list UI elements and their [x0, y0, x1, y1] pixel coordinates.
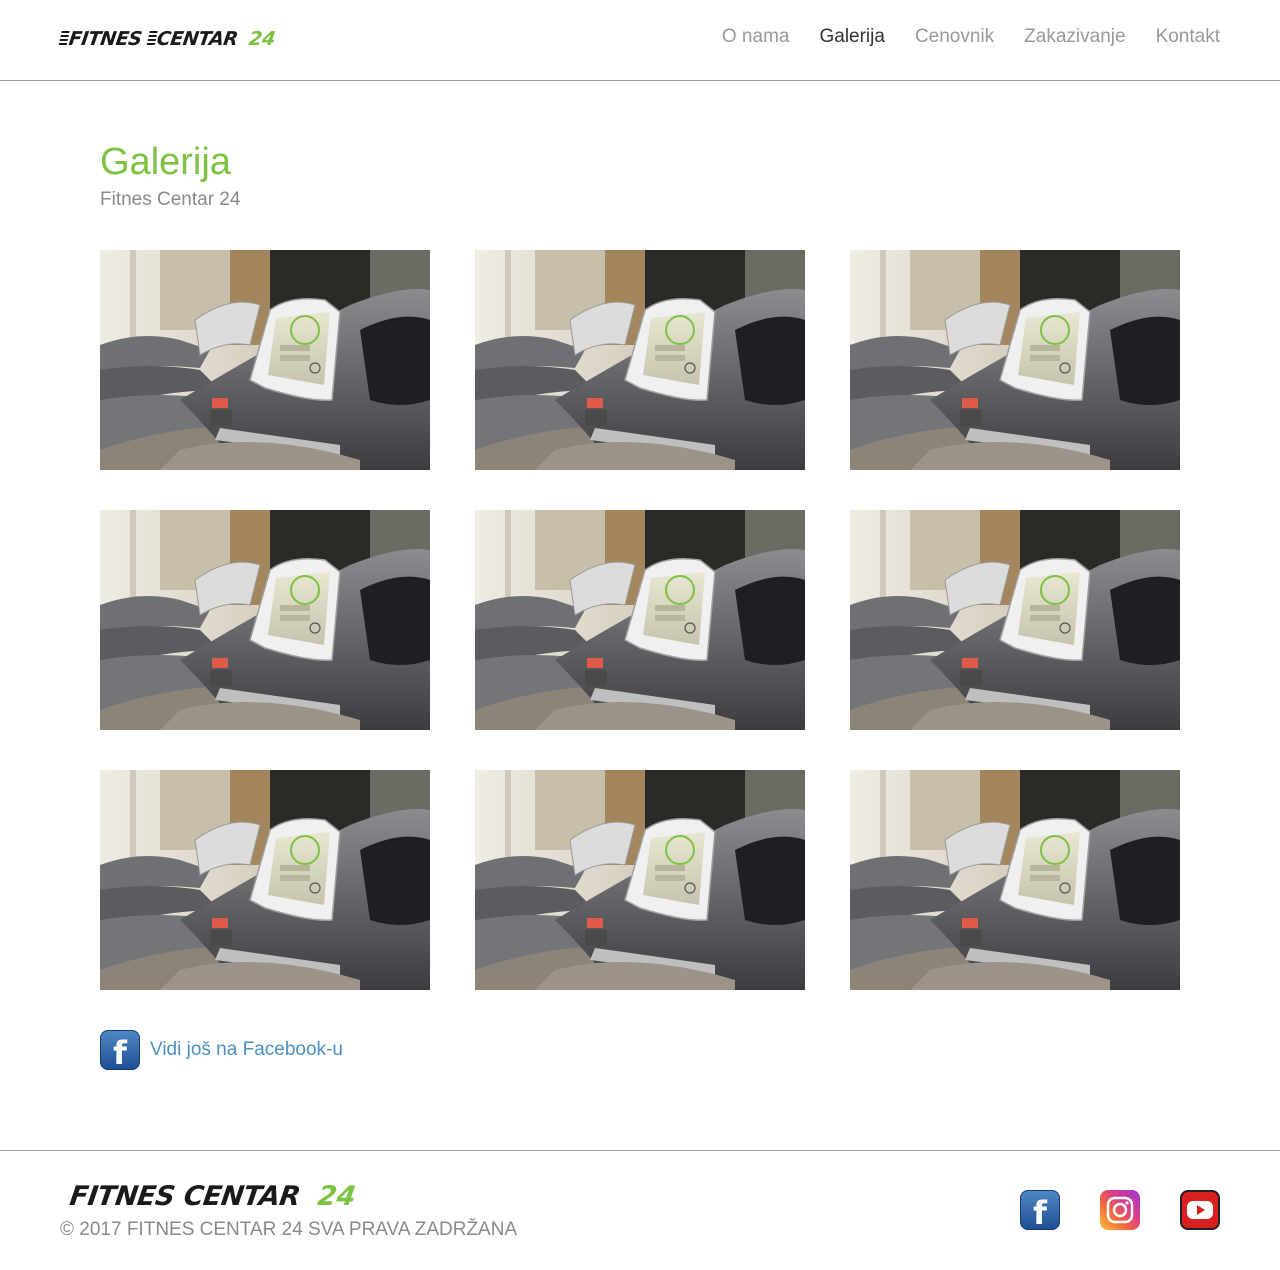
gallery-image[interactable]	[850, 510, 1180, 730]
logo-number: 24	[247, 28, 278, 50]
gallery-image[interactable]	[100, 250, 430, 470]
treadmill-photo	[850, 770, 1180, 990]
nav-item-cenovnik[interactable]: Cenovnik	[915, 26, 994, 48]
main-nav: O nama Galerija Cenovnik Zakazivanje Kon…	[722, 26, 1220, 48]
nav-item-zakazivanje[interactable]: Zakazivanje	[1024, 26, 1125, 48]
photo-gallery	[100, 250, 1180, 990]
gallery-image[interactable]	[100, 770, 430, 990]
treadmill-photo	[850, 250, 1180, 470]
treadmill-photo	[475, 770, 805, 990]
social-links: f	[1020, 1190, 1220, 1232]
page-subtitle: Fitnes Centar 24	[100, 189, 241, 210]
treadmill-photo	[100, 770, 430, 990]
treadmill-photo	[100, 510, 430, 730]
treadmill-photo	[100, 250, 430, 470]
gallery-image[interactable]	[850, 770, 1180, 990]
site-footer: FITNES CENTAR 24 © 2017 FITNES CENTAR 24…	[0, 1150, 1280, 1270]
facebook-icon: f	[100, 1030, 140, 1072]
treadmill-photo	[475, 510, 805, 730]
nav-item-o-nama[interactable]: O nama	[722, 26, 790, 48]
gallery-image[interactable]	[475, 770, 805, 990]
logo-word-2: CENTAR	[182, 1181, 303, 1212]
nav-item-kontakt[interactable]: Kontakt	[1156, 26, 1220, 48]
footer-logo[interactable]: FITNES CENTAR 24	[60, 1181, 359, 1212]
copyright-text: © 2017 FITNES CENTAR 24 SVA PRAVA ZADRŽA…	[60, 1219, 518, 1240]
logo-word-1: FITNES	[67, 28, 144, 50]
site-logo[interactable]: FITNES CENTAR 24	[58, 28, 278, 50]
facebook-more-link[interactable]: f Vidi još na Facebook-u	[100, 1030, 343, 1072]
facebook-icon[interactable]: f	[1020, 1190, 1060, 1232]
nav-item-galerija[interactable]: Galerija	[819, 26, 884, 48]
logo-word-2: CENTAR	[155, 28, 239, 50]
gallery-image[interactable]	[475, 250, 805, 470]
gallery-image[interactable]	[850, 250, 1180, 470]
treadmill-photo	[850, 510, 1180, 730]
gallery-image[interactable]	[475, 510, 805, 730]
facebook-link-label: Vidi još na Facebook-u	[150, 1039, 343, 1060]
instagram-icon[interactable]	[1100, 1190, 1140, 1230]
site-header: FITNES CENTAR 24 O nama Galerija Cenovni…	[0, 0, 1280, 81]
page-title: Galerija	[100, 141, 231, 183]
treadmill-photo	[475, 250, 805, 470]
gallery-image[interactable]	[100, 510, 430, 730]
youtube-icon[interactable]	[1180, 1190, 1220, 1230]
logo-word-1: FITNES	[67, 1181, 177, 1212]
logo-number: 24	[316, 1181, 359, 1212]
